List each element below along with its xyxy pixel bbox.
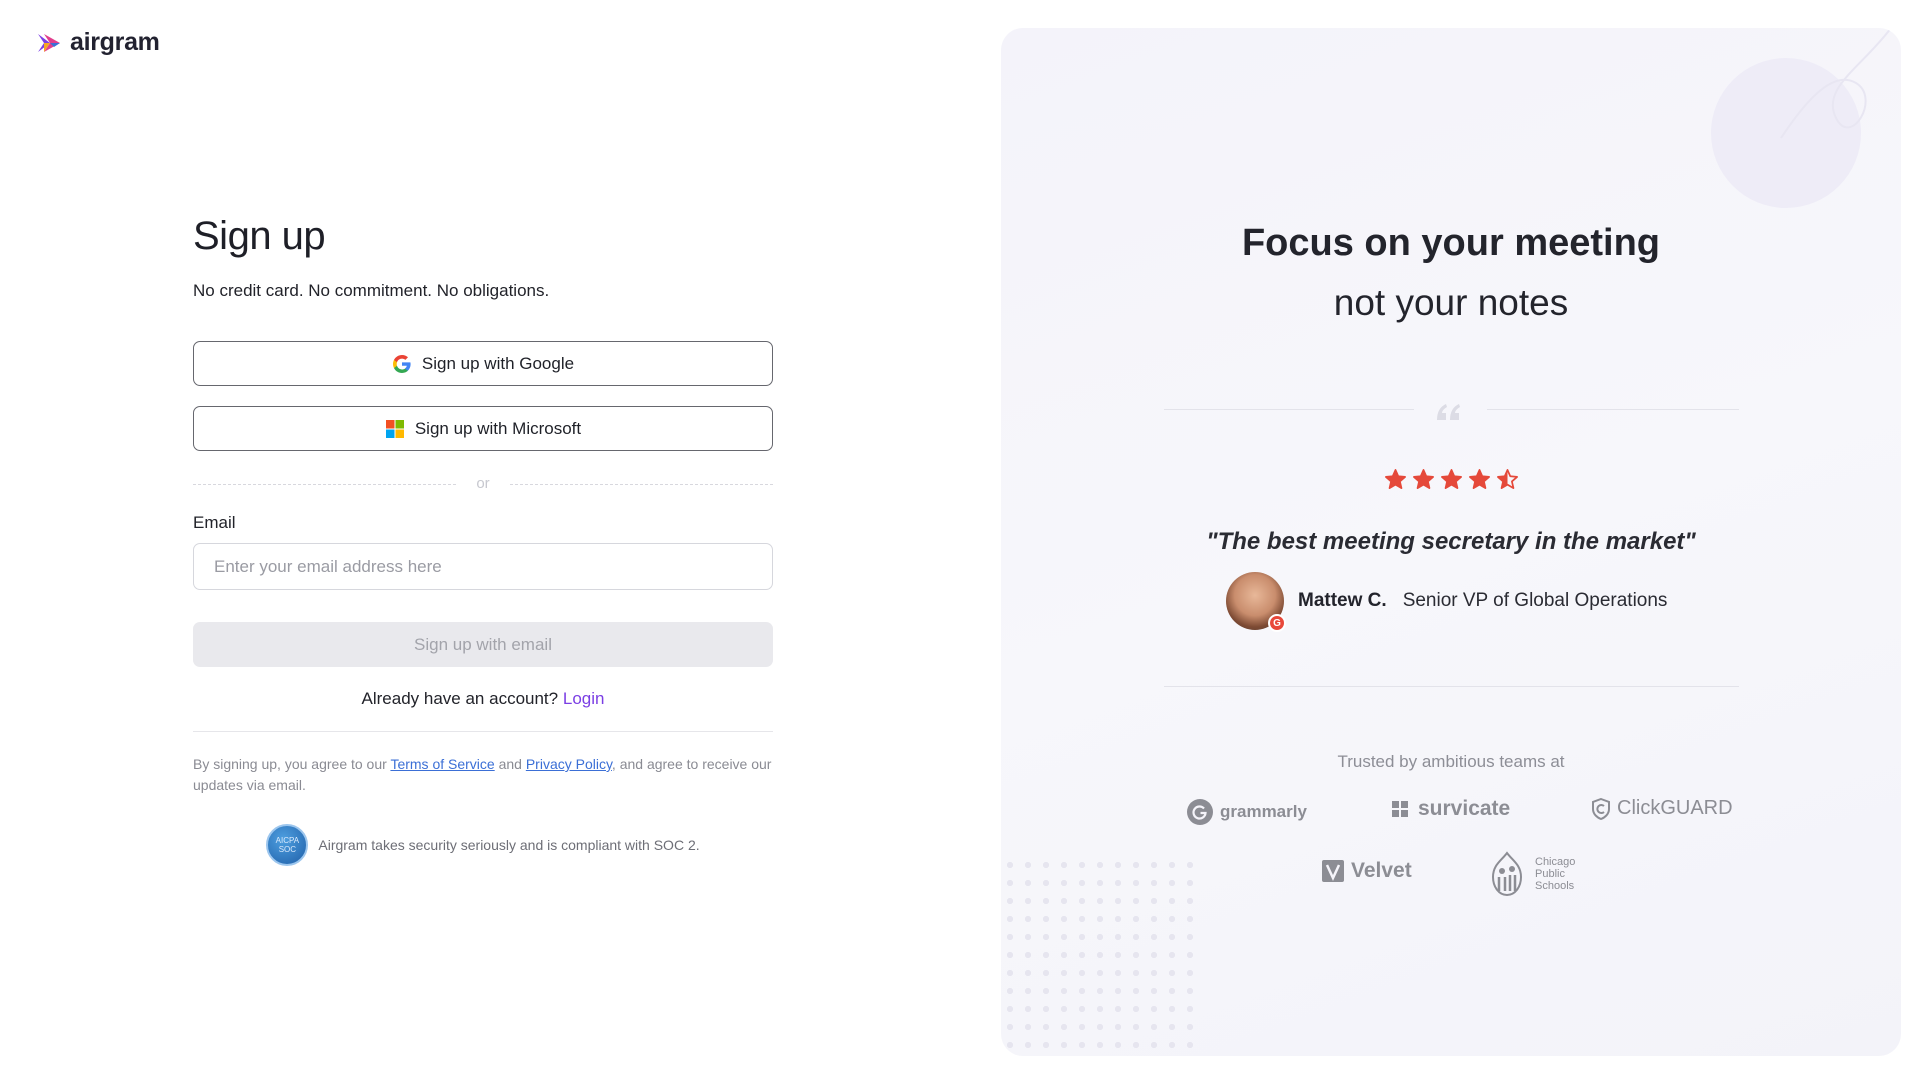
page-subtitle: No credit card. No commitment. No obliga…	[193, 281, 550, 300]
survicate-text: survicate	[1418, 797, 1511, 820]
chicago-schools-text: Chicago Public Schools	[1535, 856, 1576, 892]
soc-badge-icon: AICPA SOC	[266, 824, 309, 866]
promo-subheading: not your notes	[1333, 282, 1569, 323]
promo-heading: Focus on your meeting	[1241, 222, 1661, 264]
quote-divider-left	[1164, 409, 1414, 410]
author-name: Mattew C.	[1298, 590, 1387, 611]
soc-compliance: AICPA SOC Airgram takes security serious…	[193, 824, 773, 866]
star-half-icon	[1496, 469, 1518, 489]
chicago-schools-icon	[1491, 851, 1523, 897]
rating-stars	[1001, 468, 1901, 491]
terms-link[interactable]: Terms of Service	[390, 756, 494, 772]
form-separator	[193, 731, 773, 732]
promo-panel: Focus on your meeting not your notes "Th…	[1001, 28, 1901, 1056]
testimonial-quote: "The best meeting secretary in the marke…	[1206, 528, 1696, 555]
grammarly-logo: grammarly	[1186, 798, 1307, 826]
login-link[interactable]: Login	[563, 689, 605, 708]
logo-text: airgram	[70, 28, 160, 56]
star-full-icon	[1440, 469, 1462, 489]
login-prompt: Already have an account? Login	[193, 689, 773, 709]
avatar: G	[1226, 572, 1286, 632]
velvet-icon	[1322, 860, 1344, 882]
star-full-icon	[1412, 469, 1434, 489]
survicate-logo: survicate	[1388, 797, 1510, 821]
velvet-logo: Velvet	[1321, 859, 1412, 883]
microsoft-signup-button[interactable]: Sign up with Microsoft	[193, 406, 773, 451]
microsoft-signup-label: Sign up with Microsoft	[414, 418, 582, 438]
login-prompt-text: Already have an account?	[361, 689, 559, 708]
legal-and: and	[498, 756, 522, 772]
testimonial-separator	[1164, 686, 1739, 687]
decorative-loop-icon	[1780, 28, 1892, 139]
email-signup-button[interactable]: Sign up with email	[193, 622, 773, 667]
legal-text: By signing up, you agree to our Terms of…	[193, 754, 773, 796]
airgram-logo-icon	[38, 33, 60, 52]
chicago-public-schools-logo: Chicago Public Schools	[1485, 851, 1591, 897]
page-title: Sign up	[193, 214, 326, 258]
microsoft-icon	[385, 419, 404, 438]
star-full-icon	[1384, 469, 1406, 489]
or-divider: or	[193, 475, 773, 493]
grammarly-text: grammarly	[1220, 802, 1307, 821]
velvet-text: Velvet	[1351, 859, 1412, 882]
airgram-logo[interactable]: airgram	[36, 28, 160, 57]
divider-line-right	[510, 484, 773, 485]
decorative-dots	[1001, 856, 1201, 1056]
legal-prefix: By signing up, you agree to our	[193, 756, 387, 772]
clickguard-text: ClickGUARD	[1617, 797, 1733, 819]
author-role: Senior VP of Global Operations	[1402, 590, 1668, 611]
trusted-by-text: Trusted by ambitious teams at	[1337, 752, 1565, 771]
email-label: Email	[193, 513, 236, 532]
g2-badge-icon: G	[1268, 614, 1286, 632]
quote-divider-right	[1487, 409, 1739, 410]
grammarly-icon	[1187, 799, 1213, 825]
soc-text: Airgram takes security seriously and is …	[318, 837, 700, 853]
google-signup-label: Sign up with Google	[421, 353, 575, 373]
quote-mark-icon	[1437, 404, 1460, 420]
testimonial-author: G Mattew C. Senior VP of Global Operatio…	[1226, 572, 1668, 632]
signup-form: Sign up No credit card. No commitment. N…	[193, 214, 773, 866]
clickguard-logo: ClickGUARD	[1591, 797, 1733, 820]
survicate-icon	[1392, 801, 1408, 817]
clickguard-icon	[1592, 797, 1610, 820]
email-input[interactable]	[193, 543, 773, 590]
star-full-icon	[1468, 469, 1490, 489]
google-signup-button[interactable]: Sign up with Google	[193, 341, 773, 386]
privacy-link[interactable]: Privacy Policy	[526, 756, 612, 772]
google-icon	[392, 354, 411, 373]
